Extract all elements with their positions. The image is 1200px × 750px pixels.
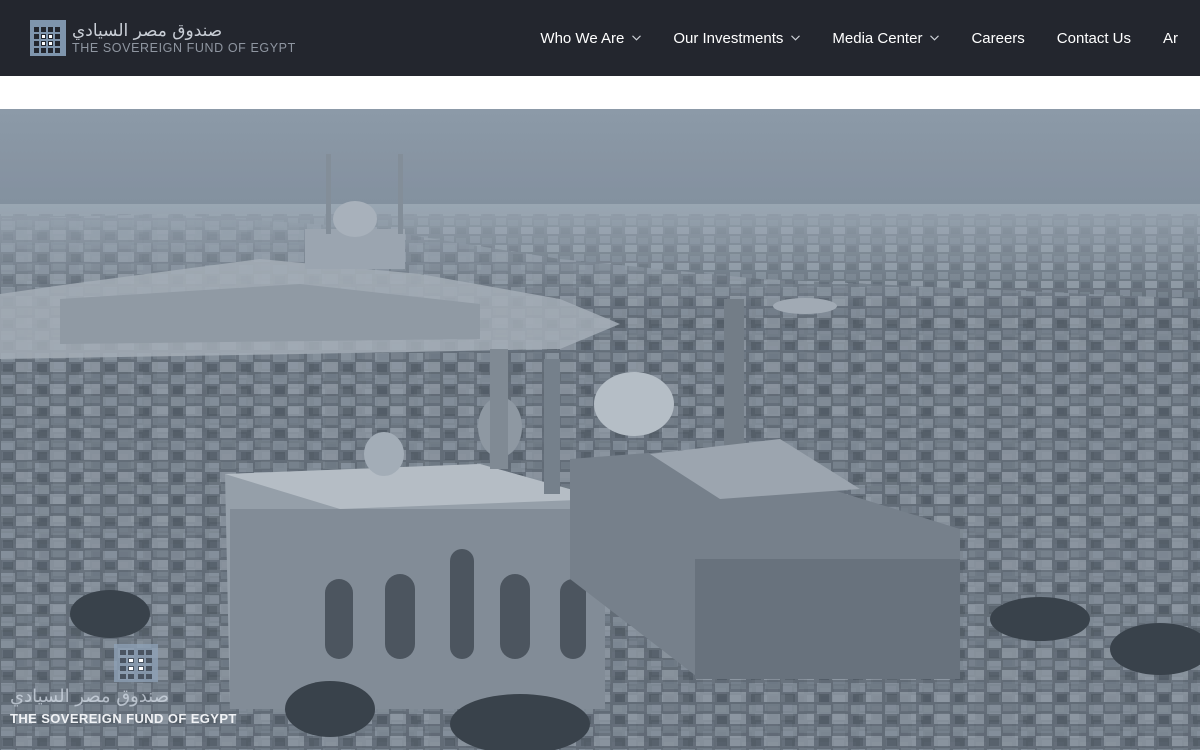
- nav-item-contact-us[interactable]: Contact Us: [1057, 30, 1131, 47]
- logo-text: صندوق مصر السيادي THE SOVEREIGN FUND OF …: [72, 21, 296, 55]
- hero-logo-arabic-name: صندوق مصر السيادي: [10, 686, 170, 707]
- chevron-down-icon: [632, 35, 642, 41]
- nav-item-our-investments[interactable]: Our Investments: [673, 29, 801, 47]
- nav-item-label: Media Center: [832, 29, 923, 47]
- hero-logo-english-name: THE SOVEREIGN FUND OF EGYPT: [10, 711, 237, 726]
- language-switch-arabic[interactable]: Ar: [1163, 30, 1178, 47]
- fund-logo-icon: [30, 20, 66, 56]
- hero-video-banner[interactable]: صندوق مصر السيادي THE SOVEREIGN FUND OF …: [0, 109, 1200, 750]
- chevron-down-icon: [791, 35, 801, 41]
- nav-item-careers[interactable]: Careers: [971, 30, 1024, 47]
- fund-logo-icon: [114, 644, 158, 682]
- nav-item-media-center[interactable]: Media Center: [832, 29, 940, 47]
- nav-item-label: Who We Are: [540, 29, 625, 47]
- main-navigation: Who We Are Our Investments Media Center …: [508, 0, 1178, 76]
- nav-item-label: Ar: [1163, 29, 1178, 47]
- chevron-down-icon: [930, 35, 940, 41]
- logo-english-name: THE SOVEREIGN FUND OF EGYPT: [72, 41, 296, 56]
- nav-item-label: Our Investments: [673, 29, 784, 47]
- site-logo[interactable]: صندوق مصر السيادي THE SOVEREIGN FUND OF …: [30, 18, 296, 58]
- nav-item-who-we-are[interactable]: Who We Are: [540, 29, 642, 47]
- hero-watermark-logo: صندوق مصر السيادي THE SOVEREIGN FUND OF …: [10, 644, 270, 726]
- nav-item-label: Careers: [971, 29, 1025, 47]
- site-header: صندوق مصر السيادي THE SOVEREIGN FUND OF …: [0, 0, 1200, 76]
- nav-item-label: Contact Us: [1056, 29, 1131, 47]
- logo-arabic-name: صندوق مصر السيادي: [72, 21, 223, 42]
